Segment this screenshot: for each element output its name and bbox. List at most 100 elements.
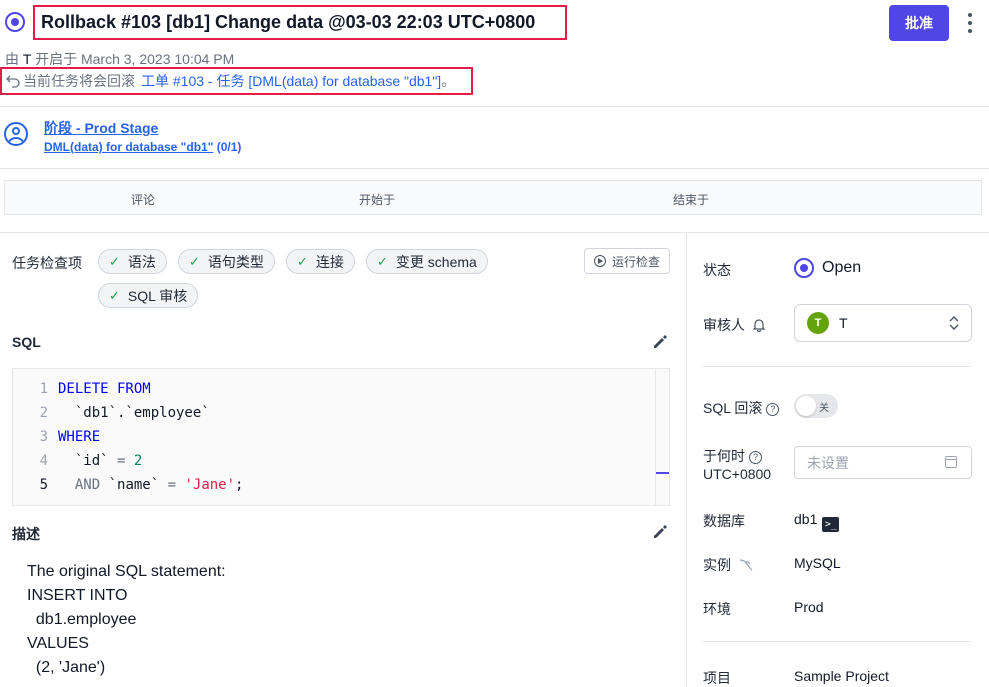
check-icon: ✓: [377, 253, 388, 269]
select-arrows-icon: [949, 316, 959, 330]
help-icon[interactable]: ?: [766, 403, 780, 416]
divider: [0, 106, 989, 107]
line-number: 3: [39, 429, 48, 445]
description-label: 描述: [12, 526, 40, 542]
line-number: 1: [39, 381, 48, 397]
task-count: (0/1): [216, 140, 242, 154]
issue-status-icon: [5, 12, 25, 32]
task-link[interactable]: DML(data) for database "db1" (0/1): [44, 140, 241, 154]
col-comment: 评论: [131, 193, 156, 207]
toggle-label: 关: [819, 403, 829, 414]
description-text: The original SQL statement: INSERT INTO …: [27, 563, 226, 676]
reviewer-select[interactable]: T T: [794, 304, 972, 342]
reviewer-label: 审核人: [703, 315, 766, 335]
divider: [0, 168, 989, 169]
database-label: 数据库: [703, 513, 745, 529]
divider: [703, 366, 972, 367]
when-label-text: 于何时: [703, 448, 745, 464]
task-table-header: 评论 开始于 结束于: [4, 180, 982, 215]
sql-identifier: `id`: [58, 453, 109, 469]
divider: [703, 641, 972, 642]
line-number: 2: [39, 405, 48, 421]
code-line: 5 AND `name` = 'Jane' ;: [13, 473, 244, 497]
task-name[interactable]: DML(data) for database "db1": [44, 140, 213, 154]
sidebar-divider: [686, 232, 687, 687]
sql-number: 2: [133, 453, 143, 469]
sql-operator: =: [108, 453, 134, 469]
project-value[interactable]: Sample Project: [794, 668, 889, 684]
check-chip-schema[interactable]: ✓ 变更 schema: [366, 249, 488, 274]
undo-icon: [6, 75, 20, 88]
chip-label: 语句类型: [207, 253, 264, 270]
sql-identifier: `db1`.`employee`: [58, 405, 210, 421]
issue-title[interactable]: Rollback #103 [db1] Change data @03-03 2…: [41, 12, 535, 33]
status-open-icon: [794, 258, 814, 278]
chip-label: 变更 schema: [395, 253, 477, 270]
calendar-icon: [945, 456, 957, 468]
database-value: db1 >_: [794, 511, 840, 532]
date-placeholder: 未设置: [807, 454, 849, 471]
check-chip-connection[interactable]: ✓ 连接: [286, 249, 355, 274]
edit-sql-pencil-icon[interactable]: [651, 333, 669, 351]
opened-prefix: 由: [5, 51, 19, 67]
check-chip-sql-review[interactable]: ✓ SQL 审核: [98, 283, 199, 308]
run-checks-button[interactable]: 运行检查: [584, 248, 670, 274]
terminal-icon[interactable]: >_: [822, 517, 840, 532]
sql-keyword: WHERE: [58, 429, 101, 445]
when-label: 于何时?: [703, 446, 762, 466]
check-icon: ✓: [297, 253, 308, 269]
mysql-dolphin-icon: [739, 559, 753, 571]
sql-identifier: `name`: [100, 477, 160, 493]
instance-label-text: 实例: [703, 557, 731, 573]
stage-link[interactable]: 阶段 - Prod Stage: [44, 118, 158, 138]
chip-label: SQL 审核: [127, 287, 188, 304]
col-started-at: 开始于: [359, 193, 396, 207]
status-value: Open: [822, 259, 862, 276]
bell-icon[interactable]: [752, 318, 766, 333]
help-icon[interactable]: ?: [749, 451, 762, 464]
check-chip-statement-type[interactable]: ✓ 语句类型: [178, 249, 275, 274]
earliest-allowed-time-input[interactable]: 未设置: [794, 446, 972, 479]
line-number: 5: [39, 477, 48, 493]
more-options-icon[interactable]: [960, 10, 980, 36]
edit-description-pencil-icon[interactable]: [651, 523, 669, 541]
sql-keyword: DELETE FROM: [58, 381, 151, 397]
check-icon: ✓: [109, 253, 120, 269]
reviewer-label-text: 审核人: [703, 317, 745, 333]
check-icon: ✓: [109, 287, 120, 303]
instance-value[interactable]: MySQL: [794, 555, 841, 571]
chip-label: 语法: [127, 253, 156, 270]
divider: [0, 232, 989, 233]
environment-value: Prod: [794, 599, 824, 615]
sql-rollback-label: SQL 回滚?: [703, 398, 780, 418]
editor-scrollbar[interactable]: [655, 369, 656, 505]
reviewer-name: T: [839, 315, 848, 331]
stage-user-icon: [4, 122, 28, 146]
task-checks-label: 任务检查项: [12, 255, 82, 271]
sql-rollback-toggle[interactable]: 关: [794, 394, 838, 418]
rollback-notice-end: 。: [441, 73, 456, 89]
opened-at: 开启于 March 3, 2023 10:04 PM: [35, 51, 235, 67]
check-icon: ✓: [189, 253, 200, 269]
check-chip-syntax[interactable]: ✓ 语法: [98, 249, 167, 274]
rollback-source-link[interactable]: 工单 #103 - 任务 [DML(data) for database "db…: [141, 71, 441, 91]
editor-cursor-marker: [656, 472, 669, 474]
project-label: 项目: [703, 670, 731, 686]
code-line: 1 DELETE FROM: [13, 377, 151, 401]
avatar: T: [807, 312, 829, 334]
rollback-notice: 当前任务将会回滚 工单 #103 - 任务 [DML(data) for dat…: [0, 67, 473, 95]
code-line: 2 `db1`.`employee`: [13, 401, 210, 425]
status-label: 状态: [703, 262, 731, 278]
approve-button[interactable]: 批准: [889, 5, 949, 41]
sql-editor[interactable]: 1 DELETE FROM 2 `db1`.`employee` 3 WHERE…: [12, 368, 670, 506]
play-icon: [593, 255, 606, 267]
rollback-notice-text: 当前任务将会回滚: [23, 73, 135, 89]
issue-title-box: Rollback #103 [db1] Change data @03-03 2…: [33, 5, 567, 40]
database-name[interactable]: db1: [794, 511, 817, 527]
sql-operator: =: [159, 477, 185, 493]
when-timezone: UTC+0800: [703, 466, 772, 482]
opened-by-user: T: [22, 51, 32, 67]
environment-label: 环境: [703, 601, 731, 617]
instance-label: 实例: [703, 555, 754, 575]
code-line: 3 WHERE: [13, 425, 101, 449]
